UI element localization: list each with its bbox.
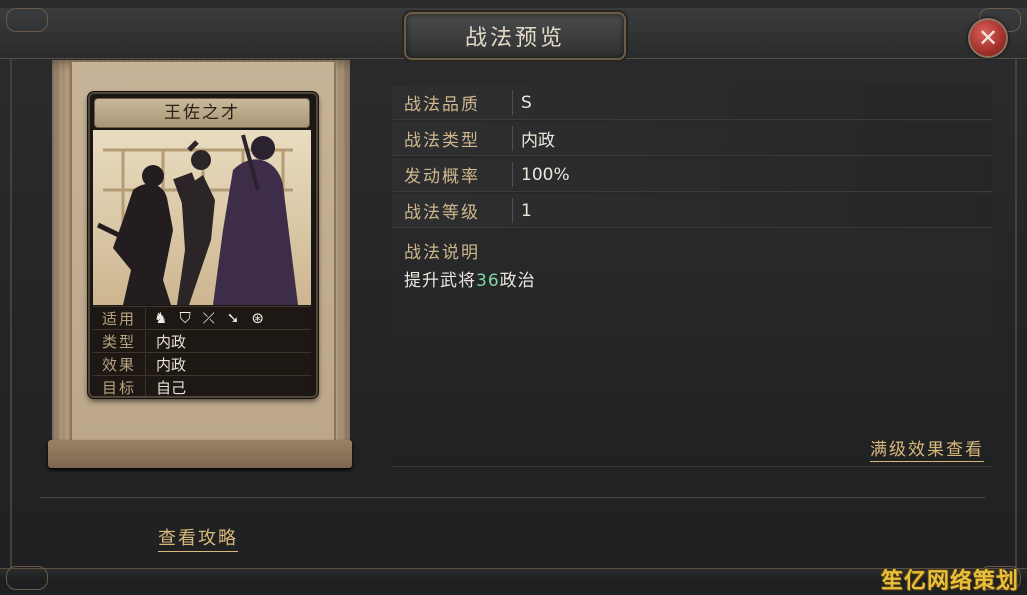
corner-ornament [6,8,48,32]
skill-card-attributes: 适用 ♞ ⛉ ⤫ ➘ ⊛ 类型 内政 效果 内政 目标 自己 [93,306,311,397]
skill-name: 王佐之才 [94,98,310,128]
corner-ornament [6,566,48,590]
detail-row-type: 战法类型 内政 [392,122,992,156]
dialog-border-left [10,58,12,568]
unit-type-icons: ♞ ⛉ ⤫ ➘ ⊛ [146,309,264,327]
detail-value: 100% [521,164,570,185]
cavalry-icon: ♞ [154,309,168,327]
skill-description-panel: 战法说明 提升武将36政治 满级效果查看 [392,230,992,467]
detail-key: 战法品质 [392,90,513,115]
detail-key: 战法等级 [392,198,513,223]
dialog-title: 战法预览 [464,26,565,51]
description-number: 36 [476,271,500,291]
card-row-effect: 效果 内政 [93,352,311,375]
wheel-icon: ⊛ [251,309,264,327]
card-row-value: 内政 [156,332,187,351]
max-level-effect-link[interactable]: 满级效果查看 [870,435,984,462]
card-row-applicable: 适用 ♞ ⛉ ⤫ ➘ ⊛ [93,306,311,329]
footer-divider [40,497,985,498]
description-text-before: 提升武将 [404,271,476,291]
card-row-key: 类型 [93,330,146,352]
scroll-rod [48,440,352,468]
skill-illustration [93,130,311,305]
shield-icon: ⛉ [179,309,191,327]
detail-row-quality: 战法品质 S [392,86,992,120]
card-row-key: 效果 [93,353,146,375]
description-title: 战法说明 [404,243,480,263]
card-row-type: 类型 内政 [93,329,311,352]
detail-value: 内政 [521,131,555,151]
dialog-footer-bar [0,568,1027,583]
detail-key: 发动概率 [392,162,513,187]
bow-icon: ⤫ [202,309,215,327]
card-row-key: 适用 [93,307,146,329]
detail-value: 1 [521,200,532,221]
close-button[interactable]: ✕ [968,18,1008,58]
skill-preview-dialog: 战法预览 ✕ 王佐之才 适用 ♞ ⛉ ⤫ ➘ ⊛ 类型 内政 效果 内政 目标 … [0,0,1027,595]
description-text-after: 政治 [499,271,536,291]
watermark: 笙亿网络策划 [880,569,1019,594]
skill-details-table: 战法品质 S 战法类型 内政 发动概率 100% 战法等级 1 [392,86,992,230]
card-row-key: 目标 [93,376,146,396]
detail-key: 战法类型 [392,126,513,151]
dialog-title-plate: 战法预览 [404,12,626,60]
card-row-value: 自己 [156,378,187,397]
skill-card: 王佐之才 适用 ♞ ⛉ ⤫ ➘ ⊛ 类型 内政 效果 内政 目标 自己 [88,92,318,398]
detail-row-probability: 发动概率 100% [392,158,992,192]
description-text: 提升武将36政治 [404,266,536,291]
detail-row-level: 战法等级 1 [392,194,992,228]
card-row-value: 内政 [156,355,187,374]
spear-icon: ➘ [226,309,240,327]
detail-value: S [521,92,532,113]
view-guide-link[interactable]: 查看攻略 [158,524,238,552]
dialog-border-right [1015,58,1017,568]
card-row-target: 目标 自己 [93,375,311,397]
close-icon: ✕ [977,24,999,52]
